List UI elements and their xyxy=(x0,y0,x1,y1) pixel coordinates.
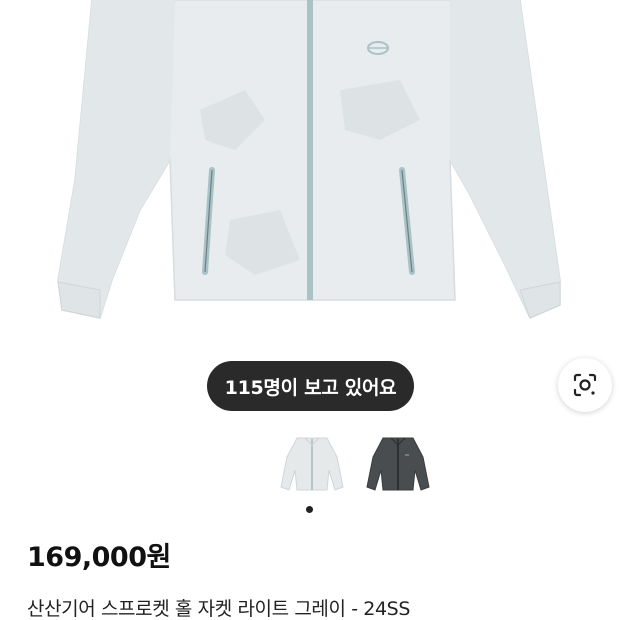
color-option-dark-gray[interactable] xyxy=(362,433,434,495)
lens-search-button[interactable] xyxy=(558,358,612,412)
product-image[interactable] xyxy=(0,0,620,345)
product-title: 산산기어 스프로켓 홀 자켓 라이트 그레이 - 24SS xyxy=(27,598,410,620)
color-option-light-gray[interactable] xyxy=(276,433,348,495)
camera-lens-icon xyxy=(573,373,597,397)
jacket-thumbnail-dark xyxy=(366,437,430,491)
viewers-badge-text: 115명이 보고 있어요 xyxy=(224,376,397,399)
color-options xyxy=(276,433,434,495)
jacket-thumbnail-light xyxy=(280,437,344,491)
jacket-illustration xyxy=(57,0,561,319)
carousel-indicator-dot xyxy=(306,506,313,513)
viewers-badge: 115명이 보고 있어요 xyxy=(207,361,414,411)
product-price: 169,000원 xyxy=(27,542,171,573)
